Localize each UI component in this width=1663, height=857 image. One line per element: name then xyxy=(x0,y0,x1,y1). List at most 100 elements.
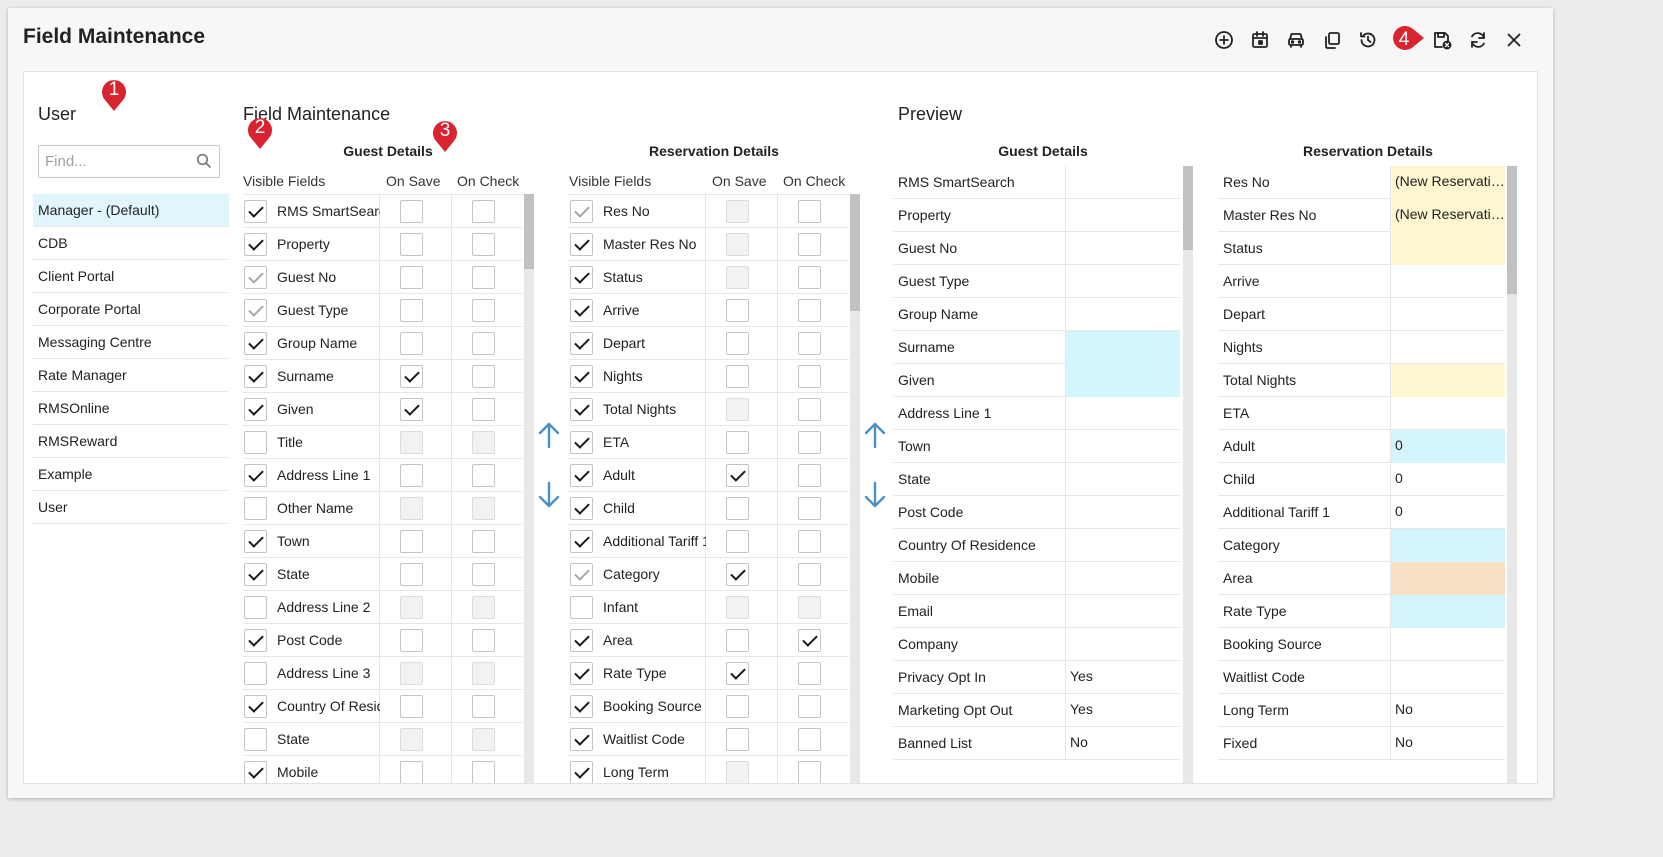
on-save-checkbox[interactable] xyxy=(726,398,749,421)
visible-checkbox[interactable] xyxy=(244,662,267,685)
preview-field-value[interactable] xyxy=(1390,265,1505,298)
visible-checkbox[interactable] xyxy=(570,662,593,685)
preview-field-value[interactable]: 0 xyxy=(1390,430,1505,463)
search-icon[interactable] xyxy=(196,153,212,169)
on-checkin-checkbox[interactable] xyxy=(798,695,821,718)
visible-checkbox[interactable] xyxy=(244,695,267,718)
on-checkin-checkbox[interactable] xyxy=(798,761,821,783)
visible-checkbox[interactable] xyxy=(570,332,593,355)
on-checkin-checkbox[interactable] xyxy=(798,629,821,652)
on-save-checkbox[interactable] xyxy=(400,530,423,553)
on-save-checkbox[interactable] xyxy=(726,464,749,487)
on-save-checkbox[interactable] xyxy=(726,530,749,553)
visible-checkbox[interactable] xyxy=(244,233,267,256)
save-clear-button[interactable] xyxy=(1424,26,1460,54)
user-list-item[interactable]: Example xyxy=(33,458,229,491)
on-checkin-checkbox[interactable] xyxy=(798,332,821,355)
visible-checkbox[interactable] xyxy=(244,266,267,289)
on-save-checkbox[interactable] xyxy=(726,497,749,520)
on-save-checkbox[interactable] xyxy=(726,695,749,718)
on-save-checkbox[interactable] xyxy=(400,695,423,718)
on-checkin-checkbox[interactable] xyxy=(798,365,821,388)
visible-checkbox[interactable] xyxy=(570,497,593,520)
preview-field-value[interactable] xyxy=(1390,364,1505,397)
preview-field-value[interactable] xyxy=(1065,331,1180,364)
user-list-item[interactable]: Rate Manager xyxy=(33,359,229,392)
on-checkin-checkbox[interactable] xyxy=(798,398,821,421)
preview-field-value[interactable] xyxy=(1065,628,1180,661)
preview-field-value[interactable] xyxy=(1065,430,1180,463)
preview-field-value[interactable] xyxy=(1065,595,1180,628)
visible-checkbox[interactable] xyxy=(570,365,593,388)
on-checkin-checkbox[interactable] xyxy=(798,662,821,685)
on-save-checkbox[interactable] xyxy=(726,629,749,652)
on-checkin-checkbox[interactable] xyxy=(472,266,495,289)
visible-checkbox[interactable] xyxy=(570,299,593,322)
visible-checkbox[interactable] xyxy=(570,761,593,783)
on-save-checkbox[interactable] xyxy=(726,728,749,751)
on-save-checkbox[interactable] xyxy=(726,563,749,586)
preview-field-value[interactable] xyxy=(1065,496,1180,529)
preview-field-value[interactable] xyxy=(1065,298,1180,331)
on-save-checkbox[interactable] xyxy=(400,332,423,355)
add-button[interactable] xyxy=(1206,26,1242,54)
preview-field-value[interactable] xyxy=(1390,397,1505,430)
on-save-checkbox[interactable] xyxy=(400,266,423,289)
preview-field-value[interactable] xyxy=(1390,562,1505,595)
user-search-input[interactable] xyxy=(38,145,220,178)
on-checkin-checkbox[interactable] xyxy=(472,563,495,586)
visible-checkbox[interactable] xyxy=(244,464,267,487)
guest-move-down-button[interactable] xyxy=(537,481,561,509)
preview-field-value[interactable] xyxy=(1065,562,1180,595)
visible-checkbox[interactable] xyxy=(570,398,593,421)
reservation-move-down-button[interactable] xyxy=(863,481,887,509)
on-checkin-checkbox[interactable] xyxy=(472,332,495,355)
on-checkin-checkbox[interactable] xyxy=(472,695,495,718)
visible-checkbox[interactable] xyxy=(570,530,593,553)
visible-checkbox[interactable] xyxy=(570,596,593,619)
preview-field-value[interactable]: Yes xyxy=(1065,694,1180,727)
on-checkin-checkbox[interactable] xyxy=(798,431,821,454)
on-save-checkbox[interactable] xyxy=(400,299,423,322)
visible-checkbox[interactable] xyxy=(570,629,593,652)
preview-field-value[interactable] xyxy=(1065,364,1180,397)
on-checkin-checkbox[interactable] xyxy=(798,563,821,586)
visible-checkbox[interactable] xyxy=(570,200,593,223)
on-save-checkbox[interactable] xyxy=(400,563,423,586)
on-save-checkbox[interactable] xyxy=(400,200,423,223)
preview-field-value[interactable] xyxy=(1065,232,1180,265)
on-checkin-checkbox[interactable] xyxy=(798,497,821,520)
visible-checkbox[interactable] xyxy=(244,530,267,553)
on-save-checkbox[interactable] xyxy=(400,464,423,487)
on-checkin-checkbox[interactable] xyxy=(798,266,821,289)
user-list-item[interactable]: Messaging Centre xyxy=(33,326,229,359)
reservation-move-up-button[interactable] xyxy=(863,421,887,449)
on-save-checkbox[interactable] xyxy=(726,596,749,619)
car-button[interactable] xyxy=(1278,26,1314,54)
on-checkin-checkbox[interactable] xyxy=(472,728,495,751)
visible-checkbox[interactable] xyxy=(244,299,267,322)
on-checkin-checkbox[interactable] xyxy=(798,464,821,487)
on-save-checkbox[interactable] xyxy=(726,662,749,685)
preview-field-value[interactable]: Yes xyxy=(1065,661,1180,694)
on-checkin-checkbox[interactable] xyxy=(472,761,495,783)
on-checkin-checkbox[interactable] xyxy=(798,233,821,256)
visible-checkbox[interactable] xyxy=(570,464,593,487)
preview-field-value[interactable] xyxy=(1390,298,1505,331)
visible-checkbox[interactable] xyxy=(244,761,267,783)
guest-move-up-button[interactable] xyxy=(537,421,561,449)
preview-field-value[interactable] xyxy=(1390,331,1505,364)
visible-checkbox[interactable] xyxy=(244,629,267,652)
on-checkin-checkbox[interactable] xyxy=(472,299,495,322)
preview-field-value[interactable] xyxy=(1390,595,1505,628)
on-save-checkbox[interactable] xyxy=(400,431,423,454)
user-list-item[interactable]: Corporate Portal xyxy=(33,293,229,326)
visible-checkbox[interactable] xyxy=(570,431,593,454)
visible-checkbox[interactable] xyxy=(244,497,267,520)
copy-button[interactable] xyxy=(1314,26,1350,54)
visible-checkbox[interactable] xyxy=(570,233,593,256)
on-checkin-checkbox[interactable] xyxy=(798,728,821,751)
preview-field-value[interactable] xyxy=(1065,265,1180,298)
on-save-checkbox[interactable] xyxy=(726,332,749,355)
on-save-checkbox[interactable] xyxy=(400,497,423,520)
